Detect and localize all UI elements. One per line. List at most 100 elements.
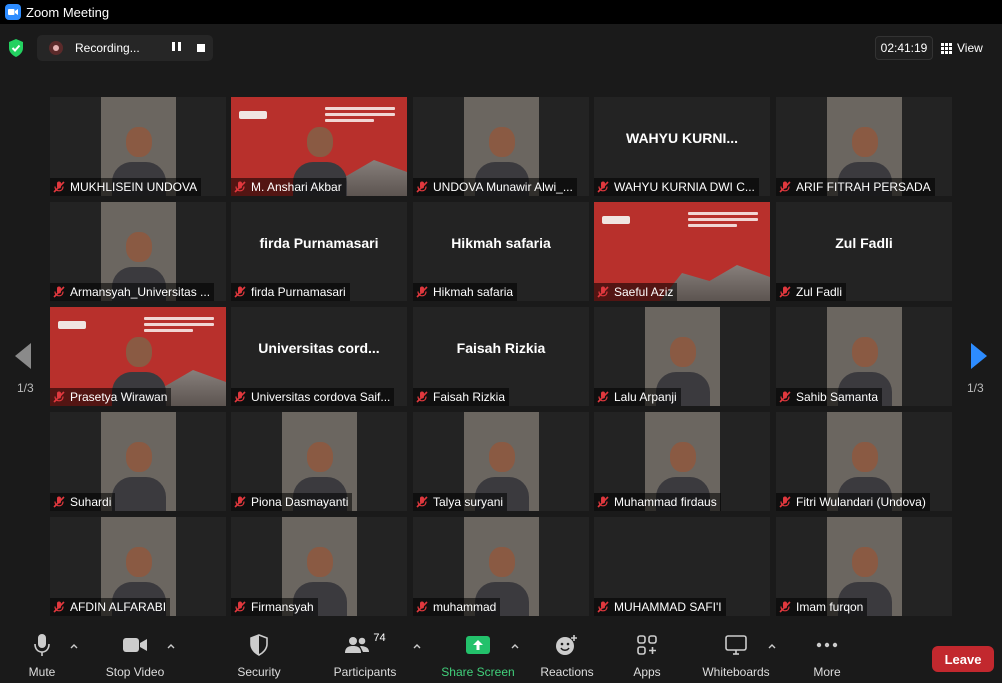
- meeting-controls: Mute Stop Video Security 74 Participants…: [0, 630, 1002, 683]
- participant-tile[interactable]: Hikmah safaria Hikmah safaria: [413, 202, 589, 301]
- mute-button[interactable]: Mute: [24, 630, 60, 683]
- next-page-arrow-icon[interactable]: [970, 342, 988, 370]
- share-options-caret-icon[interactable]: [510, 641, 520, 651]
- muted-mic-icon: [53, 181, 65, 193]
- participant-name-label: M. Anshari Akbar: [231, 178, 346, 196]
- participant-name: Faisah Rizkia: [433, 390, 506, 404]
- participant-name: UNDOVA Munawir Alwi_...: [433, 180, 573, 194]
- participant-name-label: Saeful Aziz: [594, 283, 678, 301]
- participant-name-label: muhammad: [413, 598, 501, 616]
- muted-mic-icon: [597, 286, 609, 298]
- participants-options-caret-icon[interactable]: [412, 641, 422, 651]
- participant-tile[interactable]: ARIF FITRAH PERSADA: [776, 97, 952, 196]
- stop-recording-button[interactable]: [197, 44, 205, 52]
- participant-tile[interactable]: Saeful Aziz: [594, 202, 770, 301]
- video-camera-icon: [123, 638, 147, 652]
- whiteboards-button[interactable]: Whiteboards: [700, 630, 772, 683]
- participant-tile[interactable]: Prasetya Wirawan: [50, 307, 226, 406]
- participant-name-label: UNDOVA Munawir Alwi_...: [413, 178, 577, 196]
- participant-tile[interactable]: muhammad: [413, 517, 589, 616]
- participant-tile[interactable]: Muhammad firdaus: [594, 412, 770, 511]
- more-button[interactable]: More: [810, 630, 844, 683]
- participant-display-name: firda Purnamasari: [259, 234, 379, 251]
- participant-tile[interactable]: WAHYU KURNI... WAHYU KURNIA DWI C...: [594, 97, 770, 196]
- participant-tile[interactable]: Piona Dasmayanti: [231, 412, 407, 511]
- more-dots-icon: [816, 642, 838, 648]
- participant-tile[interactable]: M. Anshari Akbar: [231, 97, 407, 196]
- participant-tile[interactable]: Fitri Wulandari (Undova): [776, 412, 952, 511]
- page-indicator-right: 1/3: [967, 381, 984, 395]
- participant-tile[interactable]: UNDOVA Munawir Alwi_...: [413, 97, 589, 196]
- stop-video-button[interactable]: Stop Video: [102, 630, 168, 683]
- participant-name: firda Purnamasari: [251, 285, 346, 299]
- participant-name-label: Faisah Rizkia: [413, 388, 510, 406]
- participant-name-label: ARIF FITRAH PERSADA: [776, 178, 935, 196]
- participant-tile[interactable]: AFDIN ALFARABI: [50, 517, 226, 616]
- meeting-timer: 02:41:19: [875, 36, 933, 60]
- reactions-button[interactable]: Reactions: [539, 630, 595, 683]
- muted-mic-icon: [779, 601, 791, 613]
- video-options-caret-icon[interactable]: [166, 641, 176, 651]
- participant-tile[interactable]: Suhardi: [50, 412, 226, 511]
- participant-tile[interactable]: Talya suryani: [413, 412, 589, 511]
- share-screen-arrow-icon: [466, 636, 490, 654]
- participant-tile[interactable]: Sahib Samanta: [776, 307, 952, 406]
- participant-name: Armansyah_Universitas ...: [70, 285, 211, 299]
- participant-name-label: Imam furqon: [776, 598, 868, 616]
- participant-tile[interactable]: MUKHLISEIN UNDOVA: [50, 97, 226, 196]
- participant-name-label: MUHAMMAD SAFI'I: [594, 598, 726, 616]
- participant-name-label: firda Purnamasari: [231, 283, 350, 301]
- participant-tile[interactable]: MUHAMMAD SAFI'I: [594, 517, 770, 616]
- participant-name: AFDIN ALFARABI: [70, 600, 167, 614]
- share-screen-label: Share Screen: [441, 665, 515, 679]
- participant-name: Fitri Wulandari (Undova): [796, 495, 926, 509]
- participant-display-name: Zul Fadli: [835, 234, 893, 251]
- participant-tile[interactable]: Firmansyah: [231, 517, 407, 616]
- page-indicator-left: 1/3: [17, 381, 34, 395]
- participant-name-label: Muhammad firdaus: [594, 493, 721, 511]
- participant-tile[interactable]: Zul Fadli Zul Fadli: [776, 202, 952, 301]
- participant-name: M. Anshari Akbar: [251, 180, 342, 194]
- pause-recording-button[interactable]: [170, 42, 182, 54]
- muted-mic-icon: [53, 286, 65, 298]
- participant-name-label: Armansyah_Universitas ...: [50, 283, 215, 301]
- participant-name: Talya suryani: [433, 495, 504, 509]
- participant-name: Prasetya Wirawan: [70, 390, 168, 404]
- participants-count: 74: [373, 632, 386, 644]
- muted-mic-icon: [779, 391, 791, 403]
- participant-name: Firmansyah: [251, 600, 314, 614]
- participants-icon: [345, 637, 370, 653]
- participants-label: Participants: [333, 665, 397, 679]
- participant-tile[interactable]: firda Purnamasari firda Purnamasari: [231, 202, 407, 301]
- view-button[interactable]: View: [941, 36, 983, 60]
- audio-options-caret-icon[interactable]: [69, 641, 79, 651]
- leave-button[interactable]: Leave: [932, 646, 994, 672]
- whiteboards-label: Whiteboards: [702, 665, 770, 679]
- recording-indicator: Recording...: [37, 35, 213, 61]
- window-title: Zoom Meeting: [26, 4, 110, 20]
- stop-video-label: Stop Video: [105, 665, 165, 679]
- muted-mic-icon: [53, 496, 65, 508]
- muted-mic-icon: [779, 181, 791, 193]
- participant-tile[interactable]: Universitas cord... Universitas cordova S…: [231, 307, 407, 406]
- share-screen-button[interactable]: Share Screen: [441, 630, 515, 683]
- whiteboard-options-caret-icon[interactable]: [767, 641, 777, 651]
- participant-name: WAHYU KURNIA DWI C...: [614, 180, 755, 194]
- previous-page-arrow-icon[interactable]: [14, 342, 32, 370]
- participant-tile[interactable]: Faisah Rizkia Faisah Rizkia: [413, 307, 589, 406]
- security-label: Security: [237, 665, 281, 679]
- participant-tile[interactable]: Armansyah_Universitas ...: [50, 202, 226, 301]
- apps-button[interactable]: Apps: [630, 630, 664, 683]
- encryption-shield-icon[interactable]: [7, 38, 25, 58]
- participant-name: Imam furqon: [796, 600, 864, 614]
- participant-name: Suhardi: [70, 495, 112, 509]
- security-shield-icon: [250, 634, 268, 656]
- participant-name-label: Hikmah safaria: [413, 283, 518, 301]
- participant-display-name: WAHYU KURNI...: [626, 129, 738, 146]
- participant-name-label: Prasetya Wirawan: [50, 388, 172, 406]
- security-button[interactable]: Security: [234, 630, 284, 683]
- participants-button[interactable]: 74 Participants: [330, 630, 400, 683]
- participant-tile[interactable]: Imam furqon: [776, 517, 952, 616]
- participant-name-label: Suhardi: [50, 493, 116, 511]
- participant-tile[interactable]: Lalu Arpanji: [594, 307, 770, 406]
